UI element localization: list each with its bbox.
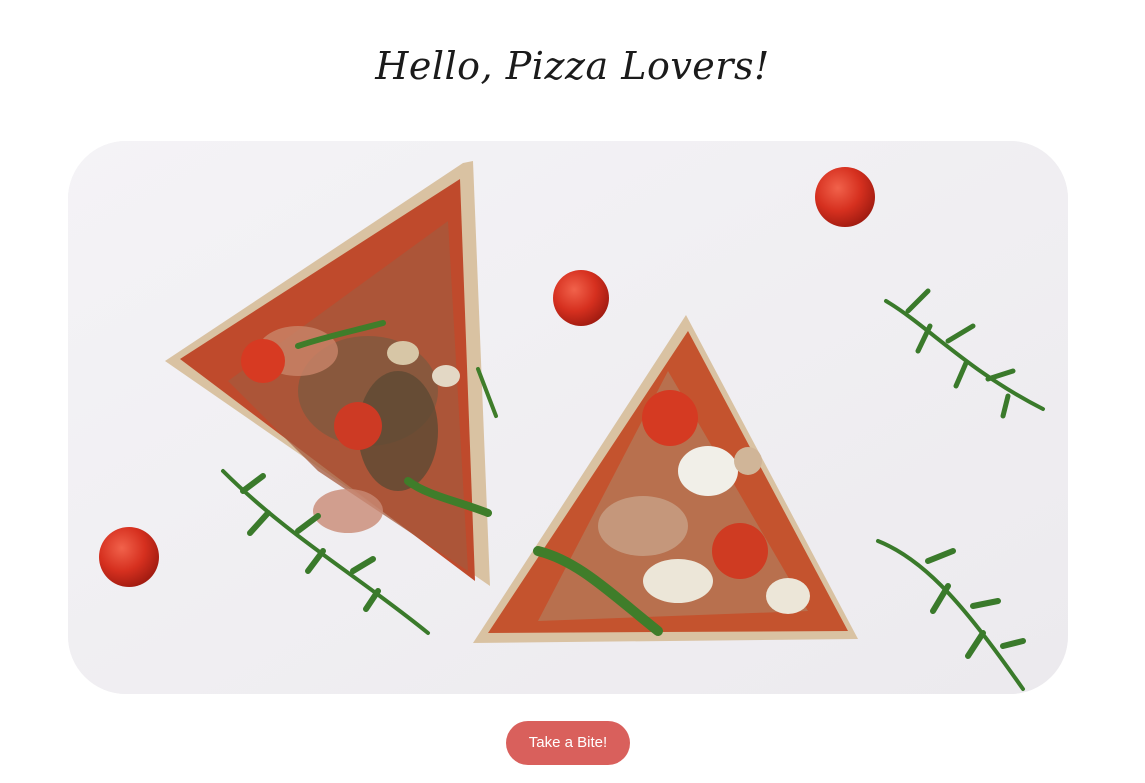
tomato (99, 527, 159, 587)
hero-image (68, 141, 1068, 694)
tomato (553, 270, 609, 326)
tomato (815, 167, 875, 227)
page-title: Hello, Pizza Lovers! (375, 44, 770, 88)
take-a-bite-button[interactable]: Take a Bite! (506, 721, 630, 765)
